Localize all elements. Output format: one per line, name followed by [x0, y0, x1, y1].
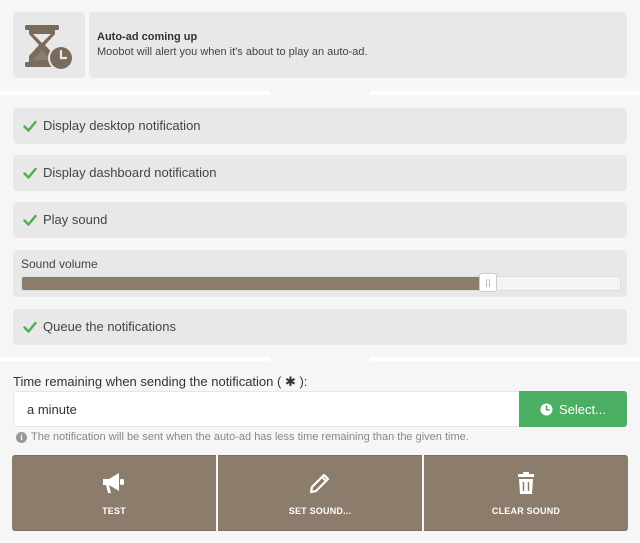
- clear-sound-button-label: CLEAR SOUND: [491, 506, 561, 516]
- slider-fill: [22, 277, 489, 290]
- option-queue-notifications[interactable]: Queue the notifications: [13, 309, 627, 345]
- set-sound-button[interactable]: SET SOUND...: [218, 455, 422, 531]
- option-label: Display desktop notification: [43, 118, 201, 133]
- sound-volume-panel: Sound volume: [13, 250, 627, 297]
- time-remaining-label: Time remaining when sending the notifica…: [13, 374, 308, 389]
- option-desktop-notification[interactable]: Display desktop notification: [13, 108, 627, 144]
- clock-icon: [540, 403, 553, 415]
- test-button[interactable]: TEST: [12, 455, 216, 531]
- select-time-label: Select...: [559, 401, 606, 417]
- sound-actions: TEST SET SOUND... CLEAR SOUND: [12, 455, 628, 531]
- checkmark-icon[interactable]: [23, 213, 37, 227]
- option-dashboard-notification[interactable]: Display dashboard notification: [13, 155, 627, 191]
- select-time-button[interactable]: Select...: [519, 391, 627, 427]
- clear-sound-button[interactable]: CLEAR SOUND: [424, 455, 628, 531]
- info-icon: i: [16, 431, 27, 443]
- checkmark-icon[interactable]: [23, 119, 37, 133]
- checkmark-icon[interactable]: [23, 320, 37, 334]
- hourglass-clock-icon: [25, 25, 74, 71]
- time-hint: i The notification will be sent when the…: [16, 431, 469, 443]
- checkmark-icon[interactable]: [23, 166, 37, 180]
- separator: [370, 357, 640, 361]
- set-sound-button-label: SET SOUND...: [288, 506, 352, 516]
- sound-volume-label: Sound volume: [21, 257, 98, 271]
- pencil-icon: [309, 473, 330, 494]
- option-label: Play sound: [43, 212, 108, 227]
- feature-icon-box: [13, 12, 85, 78]
- sound-volume-slider[interactable]: [21, 273, 621, 292]
- separator: [370, 91, 640, 95]
- time-remaining-input[interactable]: [13, 391, 519, 427]
- megaphone-icon: [103, 473, 124, 493]
- option-play-sound[interactable]: Play sound: [13, 202, 627, 238]
- feature-description: Moobot will alert you when it's about to…: [97, 46, 368, 58]
- option-label: Display dashboard notification: [43, 165, 217, 180]
- slider-handle[interactable]: [479, 273, 498, 292]
- test-button-label: TEST: [102, 506, 126, 516]
- option-label: Queue the notifications: [43, 319, 176, 334]
- time-hint-text: The notification will be sent when the a…: [31, 431, 469, 443]
- separator: [0, 357, 270, 361]
- feature-header: Auto-ad coming up Moobot will alert you …: [89, 12, 627, 78]
- feature-title: Auto-ad coming up: [97, 31, 198, 43]
- trash-icon: [518, 472, 534, 494]
- separator: [0, 91, 270, 95]
